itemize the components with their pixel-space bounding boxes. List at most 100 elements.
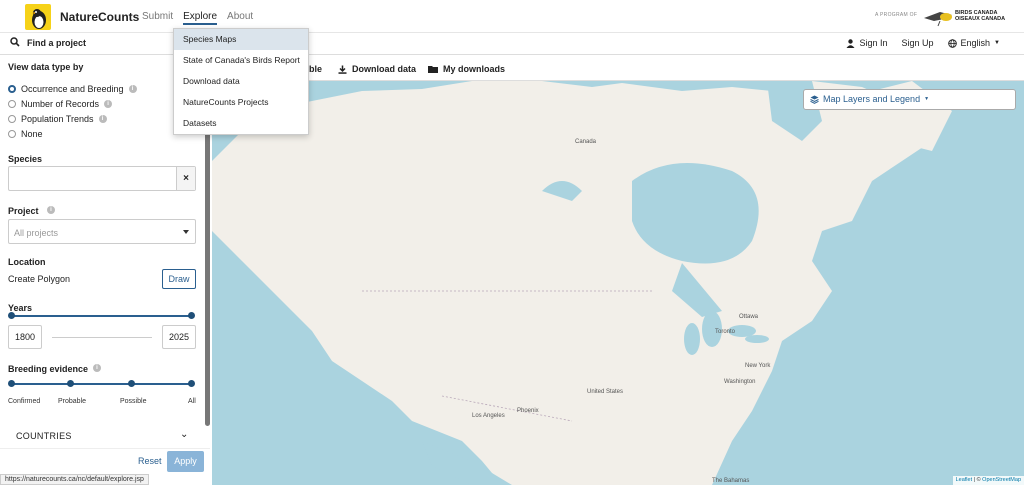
partner-line2: OISEAUX CANADA: [955, 16, 1006, 22]
radio-icon[interactable]: [8, 130, 16, 138]
breeding-label-possible: Possible: [120, 398, 147, 405]
main-nav: Submit Explore About: [142, 11, 253, 25]
info-icon[interactable]: i: [98, 115, 107, 123]
breeding-title: Breeding evidence: [8, 364, 89, 374]
language-label: English: [960, 38, 991, 48]
countries-accordion[interactable]: COUNTRIES: [16, 431, 72, 441]
apply-button[interactable]: Apply: [167, 451, 204, 472]
chevron-down-icon: ▼: [994, 40, 1000, 46]
my-downloads-label: My downloads: [443, 64, 506, 74]
view-type-trends[interactable]: Population Trends i: [8, 114, 107, 124]
nav-explore[interactable]: Explore: [183, 11, 218, 25]
map-label-phoenix: Phoenix: [517, 408, 539, 414]
language-selector[interactable]: English ▼: [947, 38, 1000, 48]
years-slider-track[interactable]: [11, 315, 192, 317]
map-label-ottawa: Ottawa: [739, 314, 759, 320]
breeding-stop-possible[interactable]: [128, 380, 135, 387]
breeding-slider-track[interactable]: [11, 383, 192, 385]
create-polygon-label: Create Polygon: [8, 274, 71, 284]
search-icon: [10, 37, 20, 47]
menu-item-species-maps[interactable]: Species Maps: [174, 29, 308, 50]
map-label-united-states: United States: [587, 389, 624, 395]
radio-selected-icon[interactable]: [8, 85, 16, 93]
status-bar-url: https://naturecounts.ca/nc/default/explo…: [0, 474, 149, 485]
globe-icon: [947, 38, 957, 48]
breeding-label-all: All: [188, 398, 196, 405]
project-select[interactable]: All projects: [8, 219, 196, 244]
breeding-label-confirmed: Confirmed: [8, 398, 41, 405]
menu-item-download-data[interactable]: Download data: [174, 71, 308, 92]
years-slider-handle-end[interactable]: [188, 312, 195, 319]
view-type-occurrence-label: Occurrence and Breeding: [21, 84, 124, 94]
breeding-stop-all[interactable]: [188, 380, 195, 387]
year-to-input[interactable]: 2025: [162, 325, 196, 349]
view-type-none[interactable]: None: [8, 129, 43, 139]
download-icon: [338, 65, 347, 74]
osm-link[interactable]: OpenStreetMap: [982, 477, 1021, 483]
nav-submit[interactable]: Submit: [142, 11, 173, 25]
year-from-input[interactable]: 1800: [8, 325, 42, 349]
user-icon: [846, 38, 855, 48]
nav-about[interactable]: About: [227, 11, 253, 25]
draw-button[interactable]: Draw: [162, 269, 196, 289]
brand-name[interactable]: NatureCounts: [60, 10, 139, 24]
menu-item-projects[interactable]: NatureCounts Projects: [174, 92, 308, 113]
view-type-title: View data type by: [8, 62, 84, 72]
toolbar-partial-item[interactable]: ble: [309, 64, 322, 74]
sign-in-link[interactable]: Sign In: [846, 38, 887, 48]
map-toolbar: ble Download data My downloads: [212, 55, 1024, 81]
year-range-divider: [52, 337, 152, 338]
download-data-label: Download data: [352, 64, 417, 74]
info-icon[interactable]: i: [128, 85, 137, 93]
leaflet-link[interactable]: Leaflet: [956, 477, 973, 483]
species-title: Species: [8, 154, 43, 164]
project-title: Project: [8, 206, 39, 216]
project-select-value: All projects: [14, 228, 59, 238]
explore-dropdown-menu: Species Maps State of Canada's Birds Rep…: [173, 28, 309, 135]
account-links: Sign In Sign Up English ▼: [846, 38, 1000, 48]
view-type-records[interactable]: Number of Records i: [8, 99, 113, 109]
menu-item-datasets[interactable]: Datasets: [174, 113, 308, 134]
basemap[interactable]: [212, 81, 1024, 485]
view-type-none-label: None: [21, 129, 43, 139]
info-icon[interactable]: i: [93, 364, 101, 372]
layers-icon: [810, 95, 819, 104]
clear-species-button[interactable]: ×: [176, 167, 195, 190]
secondary-bar: Find a project Sign In Sign Up English ▼: [0, 33, 1024, 55]
radio-icon[interactable]: [8, 115, 16, 123]
radio-icon[interactable]: [8, 100, 16, 108]
program-label: A PROGRAM OF: [875, 12, 918, 18]
breeding-stop-confirmed[interactable]: [8, 380, 15, 387]
breeding-label-probable: Probable: [58, 398, 87, 405]
years-slider-handle-start[interactable]: [8, 312, 15, 319]
folder-icon: [428, 66, 438, 73]
map-label-los-angeles: Los Angeles: [472, 413, 505, 419]
map-label-canada: Canada: [575, 139, 597, 145]
download-data-button[interactable]: Download data: [338, 64, 416, 74]
chevron-down-icon: ▼: [924, 96, 930, 102]
map-label-toronto: Toronto: [715, 329, 736, 335]
my-downloads-button[interactable]: My downloads: [428, 64, 505, 74]
location-title: Location: [8, 257, 46, 267]
view-type-trends-label: Population Trends: [21, 114, 94, 124]
map-layers-button[interactable]: Map Layers and Legend ▼: [803, 89, 1016, 110]
partner-name: BIRDS CANADA OISEAUX CANADA: [955, 10, 1005, 22]
view-type-records-label: Number of Records: [21, 99, 100, 109]
reset-button[interactable]: Reset: [138, 456, 162, 466]
map-layers-label: Map Layers and Legend: [823, 94, 921, 104]
map-canvas[interactable]: Canada Ottawa Toronto New York Washingto…: [212, 81, 1024, 485]
info-icon[interactable]: i: [47, 206, 55, 214]
find-project-link[interactable]: Find a project: [27, 38, 86, 48]
sign-in-label: Sign In: [859, 38, 888, 48]
species-input[interactable]: ×: [8, 166, 196, 191]
attribution-separator: | ©: [972, 477, 983, 483]
sign-up-link[interactable]: Sign Up: [901, 38, 933, 48]
menu-item-state-report[interactable]: State of Canada's Birds Report: [174, 50, 308, 71]
chevron-down-icon[interactable]: ⌄: [180, 429, 188, 440]
breeding-stop-probable[interactable]: [67, 380, 74, 387]
view-type-occurrence[interactable]: Occurrence and Breeding i: [8, 84, 137, 94]
map-label-bahamas: The Bahamas: [712, 478, 750, 484]
caret-down-icon: [183, 230, 189, 234]
naturecounts-logo-icon[interactable]: [25, 4, 51, 30]
info-icon[interactable]: i: [104, 100, 113, 108]
